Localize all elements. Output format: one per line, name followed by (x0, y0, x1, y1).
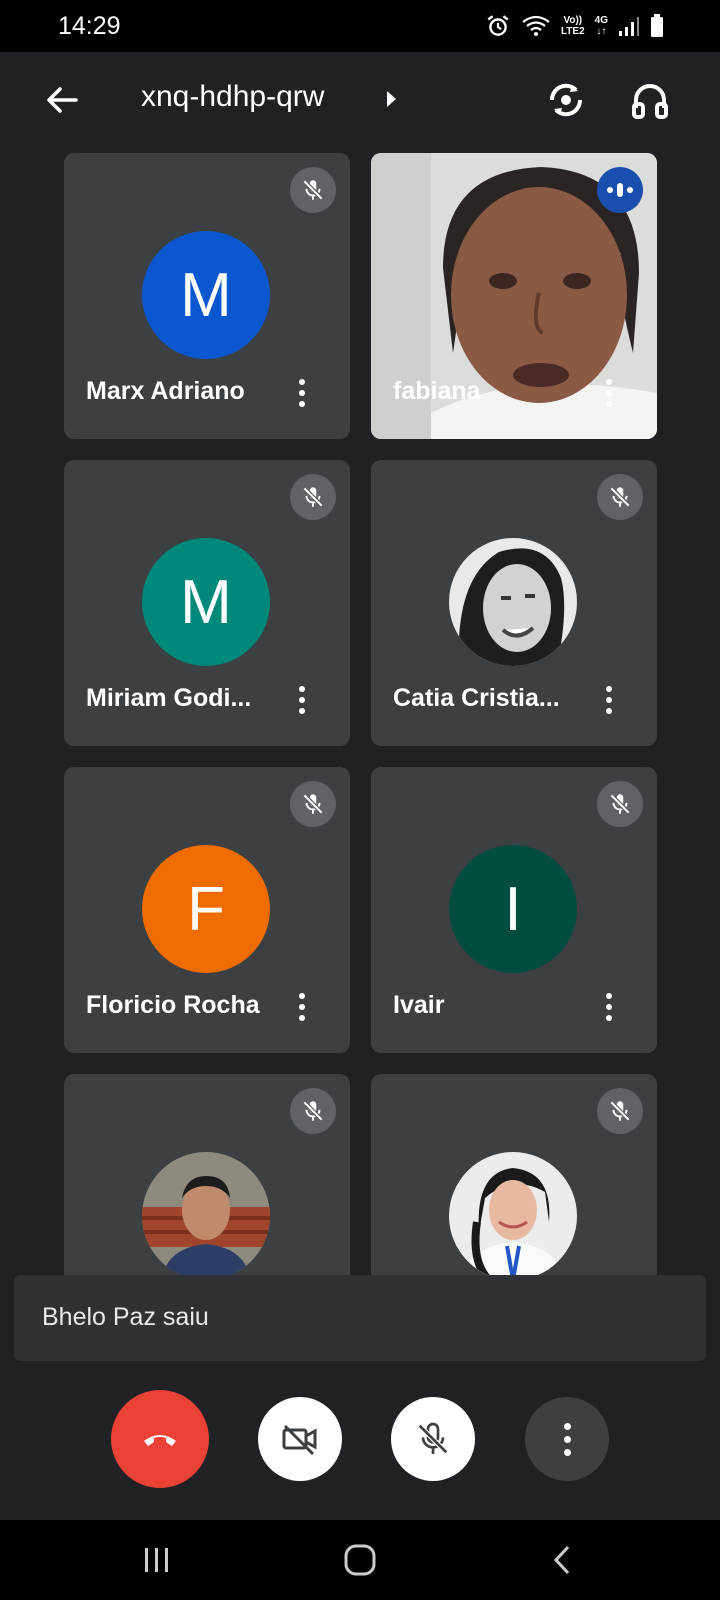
end-call-button[interactable] (111, 1390, 209, 1488)
volte-indicator: Vo)) LTE2 (561, 15, 585, 37)
participant-name: fabiana (393, 377, 481, 405)
participant-name: Marx Adriano (86, 377, 245, 405)
meeting-code[interactable]: xnq-hdhp-qrw (141, 80, 324, 114)
snackbar-toast: Bhelo Paz saiu (14, 1275, 706, 1361)
muted-badge (290, 781, 336, 827)
participant-options-button[interactable] (597, 989, 621, 1025)
participant-tile[interactable]: M Marx Adriano (64, 153, 350, 439)
participant-options-button[interactable] (290, 989, 314, 1025)
home-button[interactable] (335, 1540, 385, 1580)
recents-button[interactable] (132, 1540, 182, 1580)
participant-tile[interactable] (64, 1074, 350, 1290)
mic-off-icon (609, 1100, 631, 1122)
mic-off-icon (302, 179, 324, 201)
mic-off-icon (609, 486, 631, 508)
mic-off-icon (417, 1422, 449, 1455)
back-arrow-icon (47, 87, 78, 113)
participant-name: Miriam Godi... (86, 684, 252, 712)
participant-name: Ivair (393, 991, 445, 1019)
participant-options-button[interactable] (597, 375, 621, 411)
audio-output-button[interactable] (628, 78, 672, 122)
participant-options-button[interactable] (290, 682, 314, 718)
avatar: F (142, 845, 270, 973)
switch-camera-button[interactable] (544, 78, 588, 122)
status-icons: Vo)) LTE2 4G ↓↑ (485, 10, 664, 42)
caret-right-icon[interactable] (384, 88, 398, 110)
muted-badge (290, 474, 336, 520)
volte-label: Vo)) (563, 15, 583, 26)
participant-tile[interactable] (371, 1074, 657, 1290)
participant-tile[interactable]: fabiana (371, 153, 657, 439)
participant-name: Catia Cristia... (393, 684, 560, 712)
status-bar: 14:29 Vo)) LTE2 4G ↓↑ (0, 0, 720, 52)
signal-icon (619, 17, 639, 36)
network-type-indicator: 4G ↓↑ (595, 15, 608, 37)
network-type-label: 4G (594, 15, 608, 26)
alarm-icon (487, 15, 509, 36)
muted-badge (597, 1088, 643, 1134)
back-nav-button[interactable] (537, 1540, 587, 1580)
more-options-button[interactable] (525, 1397, 609, 1481)
lte-label: LTE2 (560, 26, 585, 37)
muted-badge (597, 474, 643, 520)
wifi-icon (522, 15, 550, 36)
status-time: 14:29 (58, 12, 121, 40)
muted-badge (290, 167, 336, 213)
meeting-header: xnq-hdhp-qrw (0, 52, 720, 148)
battery-icon (651, 14, 663, 37)
mic-toggle-button[interactable] (391, 1397, 475, 1481)
participant-name: Floricio Rocha (86, 991, 260, 1019)
participant-options-button[interactable] (290, 375, 314, 411)
mic-off-icon (302, 793, 324, 815)
participant-options-button[interactable] (597, 682, 621, 718)
avatar-photo (142, 1152, 270, 1280)
home-icon (344, 1544, 376, 1576)
muted-badge (597, 781, 643, 827)
participant-tile[interactable]: F Floricio Rocha (64, 767, 350, 1053)
avatar: I (449, 845, 577, 973)
back-icon (553, 1545, 570, 1575)
participant-tile[interactable]: Catia Cristia... (371, 460, 657, 746)
end-call-icon (144, 1435, 176, 1446)
headphones-icon (632, 84, 668, 119)
participant-tile[interactable]: M Miriam Godi... (64, 460, 350, 746)
avatar: M (142, 231, 270, 359)
avatar: M (142, 538, 270, 666)
data-arrows-icon: ↓↑ (596, 26, 607, 37)
mic-off-icon (302, 1100, 324, 1122)
avatar-photo (449, 538, 577, 666)
camera-toggle-button[interactable] (258, 1397, 342, 1481)
speaking-indicator (597, 167, 643, 213)
back-button[interactable] (42, 80, 82, 120)
system-nav-bar (0, 1520, 720, 1600)
switch-camera-icon (549, 83, 583, 117)
avatar-photo (449, 1152, 577, 1280)
recents-icon (145, 1548, 168, 1572)
muted-badge (290, 1088, 336, 1134)
mic-off-icon (609, 793, 631, 815)
toast-message: Bhelo Paz saiu (42, 1303, 209, 1331)
camera-off-icon (282, 1424, 317, 1456)
more-vert-icon (563, 1422, 571, 1430)
mic-off-icon (302, 486, 324, 508)
participant-tile[interactable]: I Ivair (371, 767, 657, 1053)
